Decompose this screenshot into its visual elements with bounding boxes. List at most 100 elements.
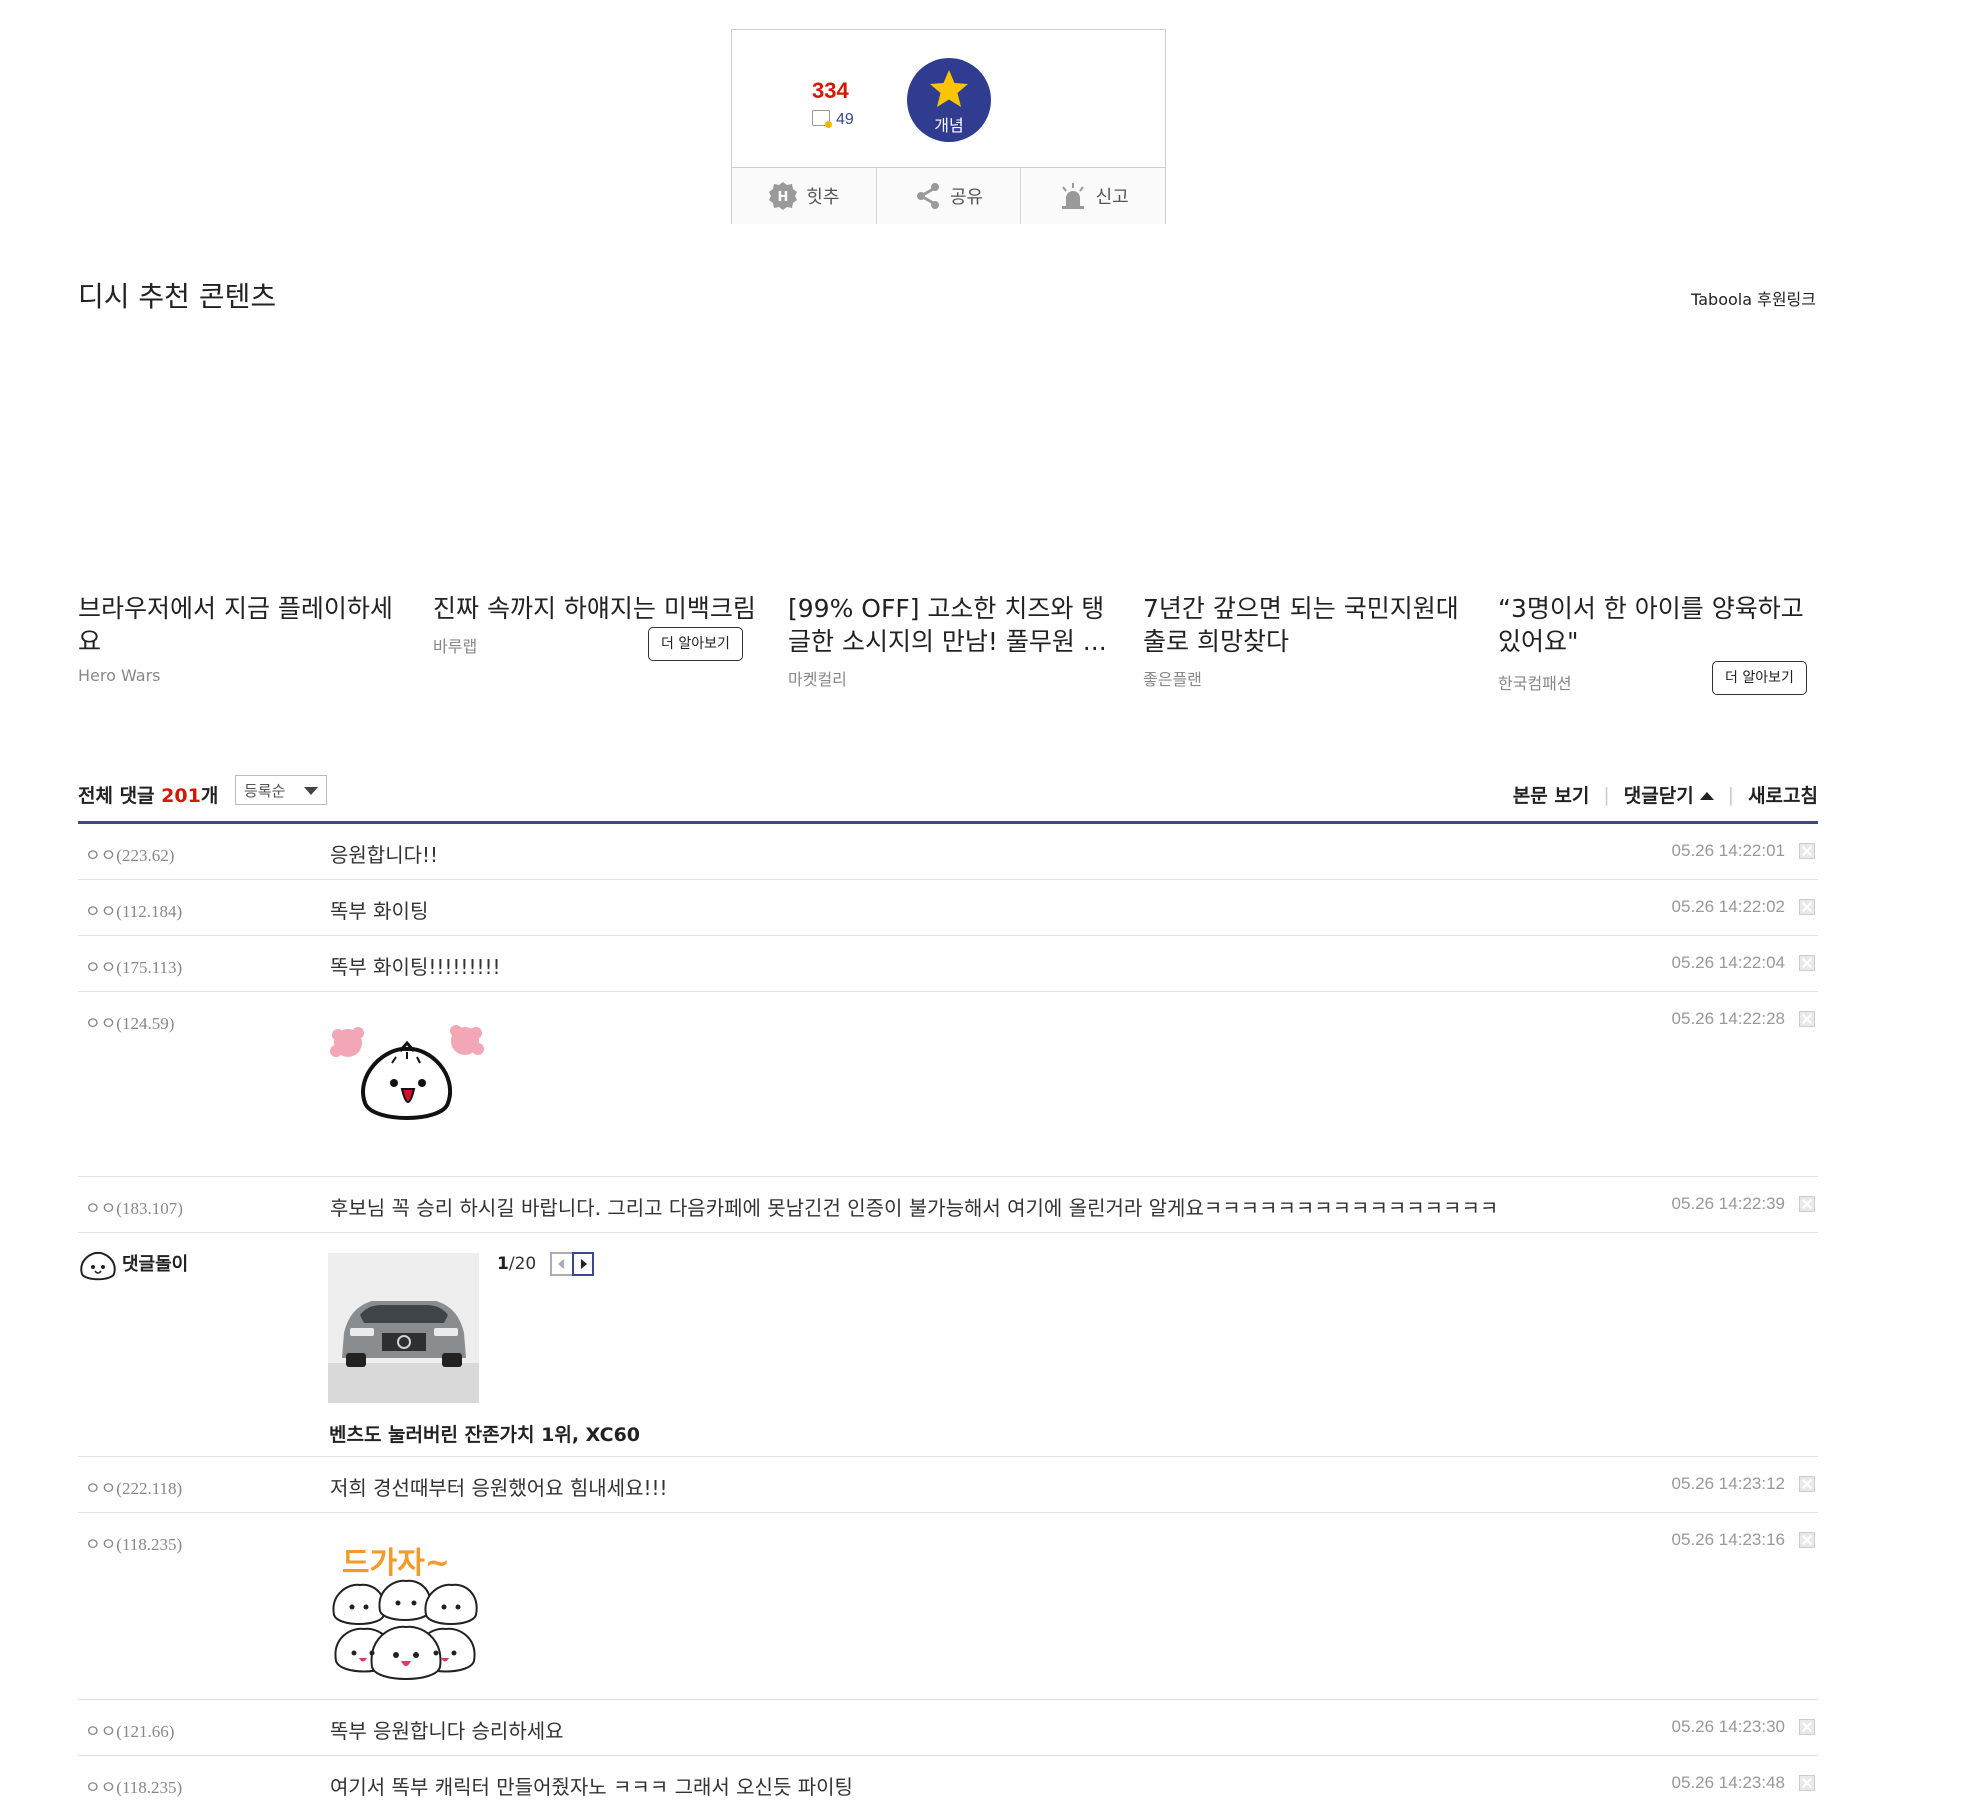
- delete-comment-icon[interactable]: [1799, 1719, 1815, 1735]
- comment-text: 응원합니다!!: [330, 843, 439, 867]
- comment-row: ㅇㅇ(222.118) 저희 경선때부터 응원했어요 힘내세요!!! 05.26…: [78, 1457, 1818, 1513]
- content-section-title: 디시 추천 콘텐츠: [78, 280, 277, 313]
- triangle-up-icon: [1699, 792, 1714, 800]
- view-post-link[interactable]: 본문 보기: [1513, 781, 1590, 808]
- comment-date: 05.26 14:22:39: [1671, 1194, 1785, 1213]
- comment-row: ㅇㅇ(175.113) 똑부 화이팅!!!!!!!!! 05.26 14:22:…: [78, 936, 1818, 992]
- comment-bot-name: 댓글돌이: [122, 1254, 189, 1275]
- card-title[interactable]: 진짜 속까지 하얘지는 미백크림: [433, 592, 763, 625]
- comment-nickname[interactable]: ㅇㅇ(118.235): [85, 1530, 182, 1555]
- sort-order-value: 등록순: [244, 782, 286, 800]
- comment-date: 05.26 14:22:01: [1671, 841, 1785, 860]
- chevron-left-icon: [558, 1259, 564, 1269]
- card-title[interactable]: [99% OFF] 고소한 치즈와 탱글한 소시지의 만남! 풀무원 ...: [788, 592, 1118, 658]
- card-title[interactable]: 7년간 갚으면 되는 국민지원대출로 희망찾다: [1143, 592, 1473, 658]
- comment-date: 05.26 14:23:30: [1671, 1717, 1785, 1736]
- comment-text: 후보님 꼭 승리 하시길 바랍니다. 그리고 다음카페에 못남긴건 인증이 불가…: [330, 1196, 1499, 1220]
- comment-date: 05.26 14:23:16: [1671, 1530, 1785, 1549]
- comment-date: 05.26 14:22:04: [1671, 953, 1785, 972]
- comment-row: ㅇㅇ(121.66) 똑부 응원합니다 승리하세요 05.26 14:23:30: [78, 1700, 1818, 1756]
- share-button[interactable]: 공유: [876, 168, 1022, 224]
- comment-actions: 본문 보기 | 댓글닫기 | 새로고침: [1513, 781, 1818, 808]
- delete-comment-icon[interactable]: [1799, 1196, 1815, 1212]
- card-title[interactable]: “3명이서 한 아이를 양육하고 있어요": [1498, 592, 1828, 658]
- comment-date: 05.26 14:23:48: [1671, 1773, 1785, 1792]
- comment-total-label: 전체 댓글: [78, 785, 162, 807]
- comment-nickname[interactable]: ㅇㅇ(183.107): [85, 1194, 183, 1219]
- recommend-card[interactable]: 7년간 갚으면 되는 국민지원대출로 희망찾다 좋은플랜: [1143, 592, 1473, 690]
- bot-pagination: 1/20: [497, 1254, 536, 1274]
- refresh-link[interactable]: 새로고침: [1748, 781, 1818, 808]
- recommend-card[interactable]: 브라우저에서 지금 플레이하세요 Hero Wars: [78, 592, 408, 685]
- sort-order-select[interactable]: 등록순: [235, 775, 327, 805]
- hit-label: 힛추: [806, 187, 840, 208]
- page-total: /20: [508, 1254, 537, 1274]
- comment-row: ㅇㅇ(223.62) 응원합니다!! 05.26 14:22:01: [78, 824, 1818, 880]
- learn-more-button[interactable]: 더 알아보기: [1712, 661, 1807, 695]
- comment-nickname[interactable]: ㅇㅇ(223.62): [85, 841, 174, 866]
- comments-header: 전체 댓글 201개 등록순 본문 보기 | 댓글닫기 | 새로고침: [78, 775, 1818, 823]
- card-source: 마켓컬리: [788, 670, 847, 689]
- close-comments-link[interactable]: 댓글닫기: [1624, 781, 1714, 808]
- hit-recommend-button[interactable]: H 힛추: [732, 168, 877, 224]
- comment-nickname[interactable]: ㅇㅇ(118.235): [85, 1773, 182, 1798]
- comment-total-unit: 개: [200, 785, 219, 807]
- delete-comment-icon[interactable]: [1799, 1476, 1815, 1492]
- concept-recommend-button[interactable]: 개념: [907, 58, 991, 142]
- star-icon: [930, 70, 968, 107]
- card-source: Hero Wars: [78, 666, 161, 685]
- comment-nickname[interactable]: ㅇㅇ(222.118): [85, 1474, 182, 1499]
- recommend-box: 334 49 개념 H 힛추 공유 신고: [731, 29, 1166, 224]
- svg-text:H: H: [778, 190, 789, 205]
- hit-icon: H: [769, 182, 798, 210]
- comment-date: 05.26 14:23:12: [1671, 1474, 1785, 1493]
- sticker-text: 드가자~: [342, 1546, 450, 1581]
- comment-nickname[interactable]: ㅇㅇ(124.59): [85, 1009, 174, 1034]
- comment-row: ㅇㅇ(118.235) 여기서 똑부 캐릭터 만들어줬자노 ㅋㅋㅋ 그래서 오신…: [78, 1756, 1818, 1810]
- recommend-actions: H 힛추 공유 신고: [732, 167, 1166, 224]
- card-title[interactable]: 브라우저에서 지금 플레이하세요: [78, 592, 408, 658]
- concept-label: 개념: [934, 116, 964, 135]
- next-page-button[interactable]: [572, 1252, 594, 1276]
- delete-comment-icon[interactable]: [1799, 1011, 1815, 1027]
- report-button[interactable]: 신고: [1021, 168, 1166, 224]
- divider: |: [1727, 783, 1735, 806]
- learn-more-button[interactable]: 더 알아보기: [648, 627, 743, 661]
- chevron-right-icon: [581, 1259, 587, 1269]
- share-label: 공유: [949, 187, 984, 208]
- comment-text: 여기서 똑부 캐릭터 만들어줬자노 ㅋㅋㅋ 그래서 오신듯 파이팅: [330, 1775, 853, 1799]
- car-image: [328, 1253, 479, 1403]
- divider: |: [1603, 783, 1610, 806]
- fixed-recommend-count: 49: [812, 110, 854, 129]
- comment-date: 05.26 14:22:02: [1671, 897, 1785, 916]
- comment-nickname[interactable]: ㅇㅇ(121.66): [85, 1717, 174, 1742]
- report-label: 신고: [1095, 187, 1129, 208]
- prev-page-button[interactable]: [550, 1252, 572, 1276]
- dumpling-group-sticker: 드가자~: [330, 1531, 482, 1683]
- card-source: 좋은플랜: [1143, 670, 1202, 689]
- delete-comment-icon[interactable]: [1799, 843, 1815, 859]
- comment-text: 똑부 화이팅!!!!!!!!!: [330, 955, 501, 979]
- report-siren-icon: [1061, 183, 1084, 209]
- delete-comment-icon[interactable]: [1799, 1775, 1815, 1791]
- dumpling-cheer-sticker: [330, 1025, 484, 1120]
- taboola-sponsored-link[interactable]: Taboola 후원링크: [1691, 286, 1816, 310]
- comment-total-count: 201: [161, 785, 201, 807]
- delete-comment-icon[interactable]: [1799, 1532, 1815, 1548]
- comment-nickname[interactable]: ㅇㅇ(112.184): [85, 897, 182, 922]
- car-ad-image[interactable]: [328, 1253, 479, 1403]
- comment-text: 저희 경선때부터 응원했어요 힘내세요!!!: [330, 1476, 668, 1500]
- comment-row: ㅇㅇ(124.59) 05.26 14:22:28: [78, 992, 1818, 1177]
- delete-comment-icon[interactable]: [1799, 955, 1815, 971]
- fixed-user-icon: [812, 110, 832, 128]
- comment-row: ㅇㅇ(112.184) 똑부 화이팅 05.26 14:22:02: [78, 880, 1818, 936]
- recommend-count: 334: [812, 78, 849, 103]
- delete-comment-icon[interactable]: [1799, 899, 1815, 915]
- page-current: 1: [497, 1254, 509, 1274]
- comment-nickname[interactable]: ㅇㅇ(175.113): [85, 953, 182, 978]
- chevron-down-icon: [304, 787, 318, 795]
- recommend-card[interactable]: [99% OFF] 고소한 치즈와 탱글한 소시지의 만남! 풀무원 ... 마…: [788, 592, 1118, 690]
- comment-text: 똑부 응원합니다 승리하세요: [330, 1719, 564, 1743]
- share-icon: [916, 183, 939, 209]
- car-ad-title[interactable]: 벤츠도 눌러버린 잔존가치 1위, XC60: [329, 1420, 640, 1447]
